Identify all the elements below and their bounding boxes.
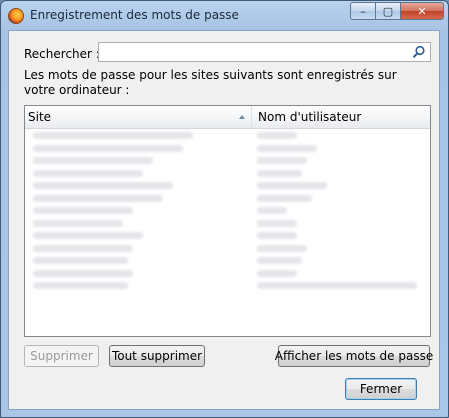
column-header-username[interactable]: Nom d'utilisateur xyxy=(252,106,430,128)
table-row[interactable] xyxy=(25,242,430,255)
delete-button[interactable]: Supprimer xyxy=(24,345,99,367)
dialog-content: Rechercher : Les mots de passe pour les … xyxy=(8,30,440,410)
show-passwords-button-label: Afficher les mots de passe xyxy=(274,349,434,363)
table-row[interactable] xyxy=(25,217,430,230)
table-row[interactable] xyxy=(25,254,430,267)
column-header-site-label: Site xyxy=(28,110,52,124)
close-icon: ✕ xyxy=(417,4,427,18)
minimize-button[interactable]: – xyxy=(350,2,376,20)
table-row[interactable] xyxy=(25,229,430,242)
column-header-site[interactable]: Site xyxy=(25,106,252,128)
close-button-label: Fermer xyxy=(359,382,403,396)
sort-ascending-icon xyxy=(239,115,245,119)
table-row[interactable] xyxy=(25,129,430,142)
window-title: Enregistrement des mots de passe xyxy=(30,8,239,22)
delete-all-button-label: Tout supprimer xyxy=(111,349,203,363)
caption-buttons: – ▢ ✕ xyxy=(350,2,444,20)
maximize-icon: ▢ xyxy=(382,4,394,18)
title-bar[interactable]: Enregistrement des mots de passe – ▢ ✕ xyxy=(1,1,448,29)
table-row[interactable] xyxy=(25,142,430,155)
table-row[interactable] xyxy=(25,167,430,180)
passwords-table[interactable]: Site Nom d'utilisateur xyxy=(24,105,431,337)
table-row[interactable] xyxy=(25,179,430,192)
column-header-username-label: Nom d'utilisateur xyxy=(258,110,362,124)
magnifier-icon[interactable] xyxy=(412,45,426,59)
firefox-icon xyxy=(8,8,24,24)
search-label: Rechercher : xyxy=(24,47,100,61)
table-row[interactable] xyxy=(25,267,430,280)
password-manager-window: Enregistrement des mots de passe – ▢ ✕ R… xyxy=(0,0,449,418)
search-input[interactable] xyxy=(98,42,431,62)
minimize-icon: – xyxy=(360,4,366,18)
close-button[interactable]: Fermer xyxy=(345,378,417,400)
table-row[interactable] xyxy=(25,279,430,292)
description-text: Les mots de passe pour les sites suivant… xyxy=(24,68,397,97)
show-passwords-button[interactable]: Afficher les mots de passe xyxy=(274,345,434,367)
table-rows xyxy=(25,129,430,292)
delete-all-button[interactable]: Tout supprimer xyxy=(109,345,205,367)
table-row[interactable] xyxy=(25,192,430,205)
maximize-button[interactable]: ▢ xyxy=(376,2,401,20)
table-row[interactable] xyxy=(25,204,430,217)
table-row[interactable] xyxy=(25,154,430,167)
table-header: Site Nom d'utilisateur xyxy=(25,106,430,129)
close-window-button[interactable]: ✕ xyxy=(401,2,444,20)
delete-button-label: Supprimer xyxy=(30,349,93,363)
